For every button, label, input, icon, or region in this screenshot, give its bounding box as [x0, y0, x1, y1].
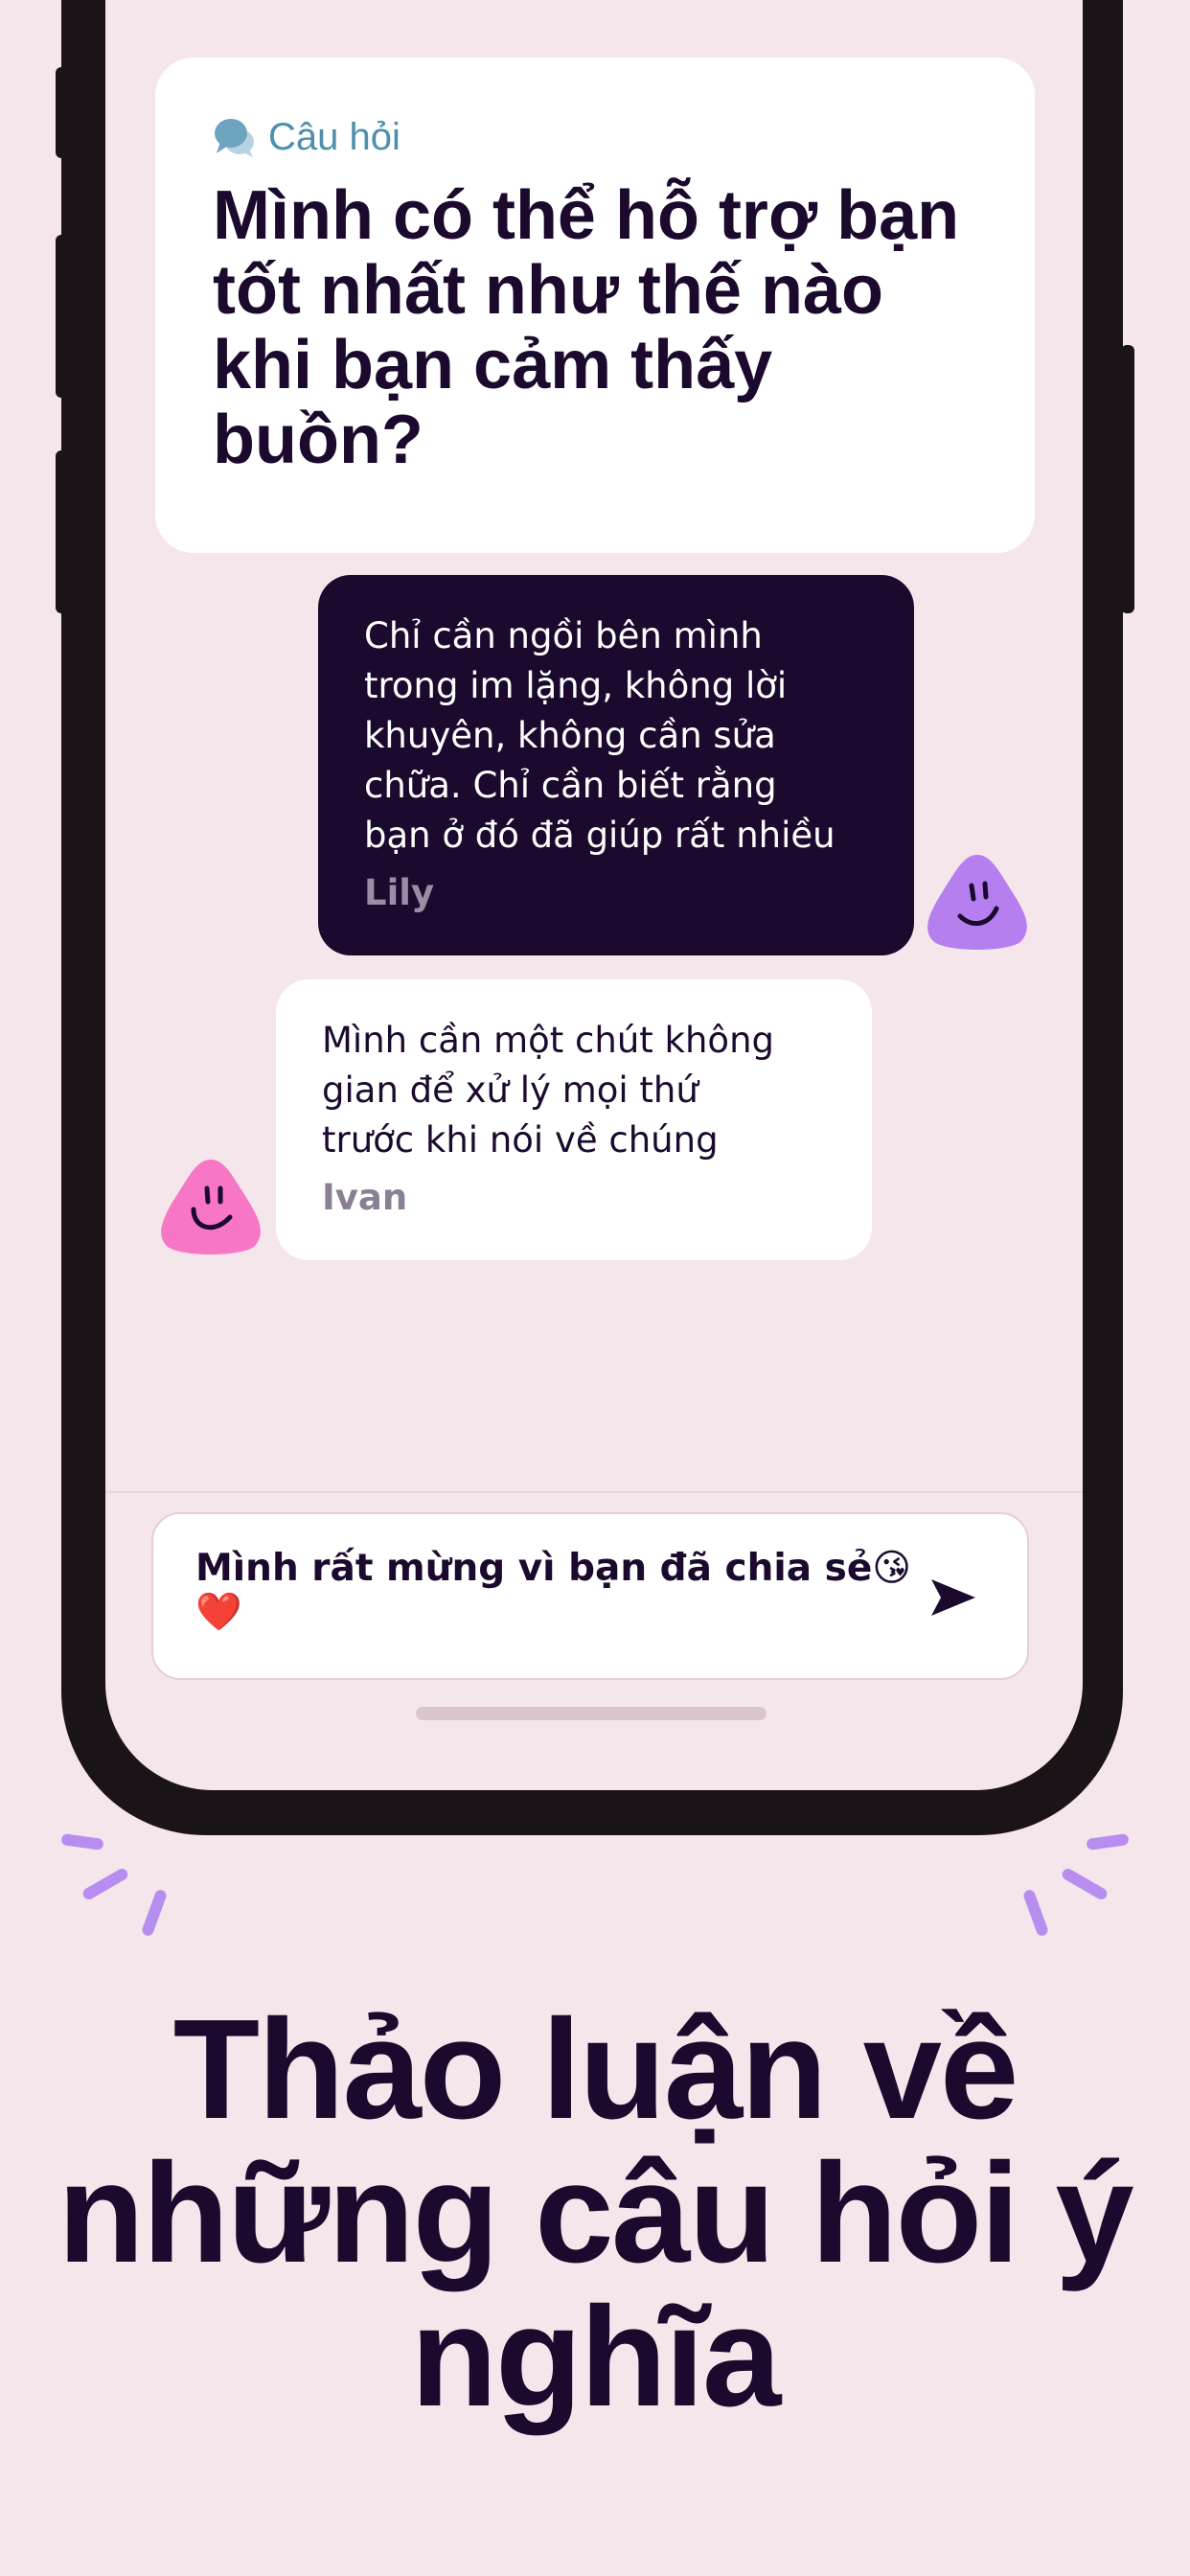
message-text: Mình cần một chút không gian để xử lý mọ… [322, 1020, 775, 1161]
phone-side-button [56, 67, 69, 158]
spark-decoration [1021, 1888, 1050, 1938]
message-input[interactable]: Mình rất mừng vì bạn đã chia sẻ😘❤️ [195, 1547, 912, 1635]
question-title: Mình có thể hỗ trợ bạn tốt nhất như thế … [213, 177, 960, 478]
message-composer[interactable]: Mình rất mừng vì bạn đã chia sẻ😘❤️ [151, 1512, 1029, 1680]
question-label: Câu hỏi [268, 115, 400, 158]
spark-decoration [1086, 1832, 1130, 1852]
marketing-headline: Thảo luận về những câu hỏi ý nghĩa [57, 1990, 1133, 2436]
speech-bubbles-icon [215, 119, 254, 157]
phone-side-button [56, 450, 69, 613]
home-indicator [416, 1707, 767, 1720]
spark-decoration [80, 1866, 130, 1902]
spark-decoration [60, 1832, 104, 1852]
question-label-row: Câu hỏi [213, 113, 977, 161]
spark-decoration [1060, 1866, 1110, 1902]
message-text: Chỉ cần ngồi bên mình trong im lặng, khô… [364, 615, 835, 856]
message-bubble-lily[interactable]: Chỉ cần ngồi bên mình trong im lặng, khô… [318, 575, 914, 955]
avatar-ivan-icon [161, 1160, 261, 1254]
phone-side-button [1121, 345, 1134, 613]
avatar-lily-icon [927, 855, 1027, 950]
message-bubble-ivan[interactable]: Mình cần một chút không gian để xử lý mọ… [276, 979, 872, 1260]
send-icon[interactable] [927, 1572, 979, 1623]
composer-divider [105, 1491, 1083, 1493]
phone-side-button [56, 235, 69, 398]
message-author: Ivan [322, 1177, 408, 1218]
message-author: Lily [364, 872, 435, 913]
phone-screen: Câu hỏi Mình có thể hỗ trợ bạn tốt nhất … [105, 0, 1083, 1790]
question-card: Câu hỏi Mình có thể hỗ trợ bạn tốt nhất … [155, 58, 1035, 553]
spark-decoration [140, 1888, 169, 1938]
